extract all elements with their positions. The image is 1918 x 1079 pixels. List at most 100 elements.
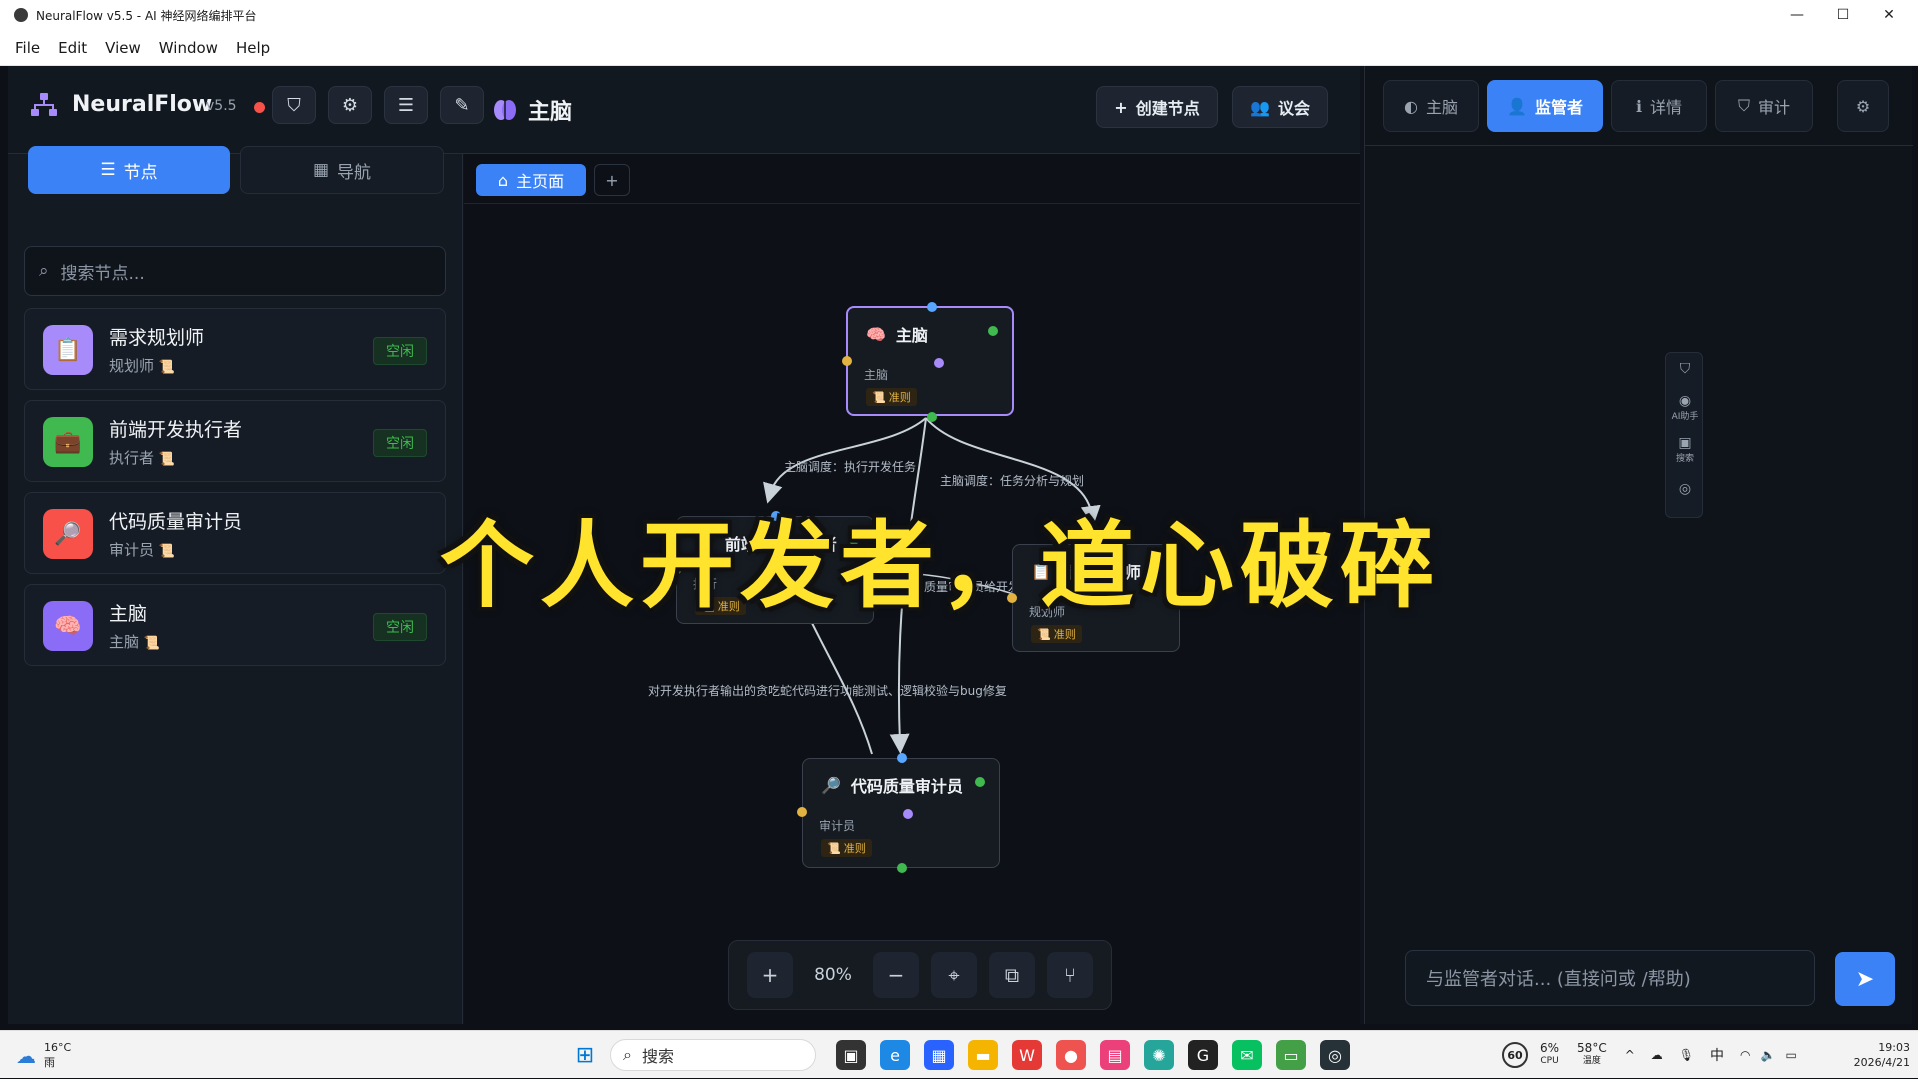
council-button[interactable]: 👥 议会 [1232, 86, 1328, 128]
edge-label: 主脑调度：执行开发任务 [784, 460, 917, 474]
brain-icon [492, 97, 518, 123]
tab-nodes-label: 节点 [123, 162, 158, 183]
supervisor-chat-input[interactable]: 与监管者对话... (直接问或 /帮助) [1405, 950, 1815, 1006]
gear-icon: ⚙ [1855, 96, 1871, 116]
tree-layout-button[interactable]: ⑂ [1047, 952, 1093, 998]
canvas-controls: + 80% − ⌖ ⧉ ⑂ [728, 940, 1112, 1010]
right-settings-button[interactable]: ⚙ [1837, 80, 1889, 132]
volume-icon[interactable]: 🔈 [1760, 1048, 1775, 1062]
tab-nodes[interactable]: ☰ 节点 [28, 146, 230, 194]
zoom-level: 80% [814, 965, 852, 985]
magnifier-icon: 🔎 [43, 509, 93, 559]
brain-icon: ◐ [1404, 96, 1418, 116]
search-tool-button[interactable]: ▣ 搜索 [1666, 435, 1704, 464]
output-port[interactable] [927, 412, 937, 422]
graph-node-role: 审计员 [819, 819, 856, 833]
shield-icon: ⛉ [1737, 96, 1750, 115]
scroll-icon: 📜 [158, 544, 175, 559]
magnifier-icon: 🔎 [821, 775, 841, 795]
node-search-input[interactable]: ⌕ 搜索节点... [24, 246, 446, 296]
taskbar-search[interactable]: ⌕ 搜索 [610, 1039, 816, 1071]
send-button[interactable]: ➤ [1835, 952, 1895, 1006]
brain-icon: 🧠 [866, 324, 886, 344]
temperature-indicator: 58°C 温度 [1577, 1041, 1607, 1067]
list-icon: ☰ [100, 160, 116, 180]
clock-time: 19:03 [1878, 1041, 1910, 1054]
center-port[interactable] [934, 358, 944, 368]
create-node-label: 创建节点 [1135, 99, 1200, 118]
council-label: 议会 [1277, 99, 1310, 118]
close-button[interactable]: ✕ [1866, 0, 1912, 30]
input-port[interactable] [927, 302, 937, 312]
ai-helper-button[interactable]: ◉ AI助手 [1666, 393, 1704, 422]
zoom-in-button[interactable]: + [747, 952, 793, 998]
tab-supervisor[interactable]: 👤 监管者 [1487, 80, 1603, 132]
shield-check-button[interactable]: ⛉ [1666, 361, 1704, 377]
database-button[interactable]: ☰ [384, 86, 428, 124]
pencil-icon: ✎ [454, 94, 470, 116]
target-icon: ◎ [1678, 481, 1692, 497]
wechat-icon[interactable]: ✉ [1232, 1040, 1262, 1070]
wifi-icon[interactable]: ◠ [1740, 1048, 1750, 1062]
graph-node-brain[interactable]: 🧠 主脑 主脑 📜 准则 [842, 302, 1014, 422]
app-dark-icon[interactable]: G [1188, 1040, 1218, 1070]
battery-icon[interactable]: ▭ [1785, 1048, 1796, 1062]
wps-icon[interactable]: W [1012, 1040, 1042, 1070]
list-item[interactable]: 📋 需求规划师 规划师 📜 空闲 [24, 308, 446, 390]
start-button[interactable]: ⊞ [570, 1040, 600, 1070]
ime-indicator[interactable]: 中 [1710, 1045, 1724, 1065]
tab-audit[interactable]: ⛉ 审计 [1715, 80, 1813, 132]
message-icon[interactable]: ▭ [1276, 1040, 1306, 1070]
microphone-icon[interactable]: 🎙 [1679, 1048, 1694, 1062]
menu-view[interactable]: View [96, 39, 150, 57]
center-port[interactable] [903, 809, 913, 819]
status-dot [988, 326, 998, 336]
neuralflow-taskbar-icon[interactable]: ◎ [1320, 1040, 1350, 1070]
left-port[interactable] [797, 807, 807, 817]
app-red-icon[interactable]: ● [1056, 1040, 1086, 1070]
tab-brain-label: 主脑 [1425, 98, 1458, 117]
chatgpt-icon[interactable]: ✺ [1144, 1040, 1174, 1070]
app-pink-icon[interactable]: ▤ [1100, 1040, 1130, 1070]
tab-brain[interactable]: ◐ 主脑 [1383, 80, 1479, 132]
store-icon[interactable]: ▦ [924, 1040, 954, 1070]
maximize-button[interactable]: ☐ [1820, 0, 1866, 30]
left-port[interactable] [842, 356, 852, 366]
edit-button[interactable]: ✎ [440, 86, 484, 124]
edge-browser-icon[interactable]: e [880, 1040, 910, 1070]
file-explorer-icon[interactable]: ▬ [968, 1040, 998, 1070]
brain-icon: 🧠 [43, 601, 93, 651]
output-port[interactable] [897, 863, 907, 873]
menu-file[interactable]: File [6, 39, 49, 57]
minus-icon: − [887, 963, 905, 987]
minimize-button[interactable]: — [1774, 0, 1820, 30]
tab-navigation[interactable]: ▦ 导航 [240, 146, 444, 194]
fps-counter: 60 [1502, 1042, 1528, 1068]
settings-button[interactable]: ⚙ [328, 86, 372, 124]
target-button[interactable]: ◎ [1666, 481, 1704, 497]
scroll-icon: 📜 [872, 390, 886, 404]
tab-details[interactable]: ℹ 详情 [1611, 80, 1707, 132]
menu-help[interactable]: Help [227, 39, 279, 57]
users-icon: 👥 [1250, 97, 1270, 117]
graph-node-auditor[interactable]: 🔎 代码质量审计员 审计员 📜 准则 [797, 753, 1000, 873]
cloud-icon[interactable]: ☁ [1651, 1048, 1663, 1062]
shield-button[interactable]: ⛉ [272, 86, 316, 124]
menu-window[interactable]: Window [150, 39, 227, 57]
node-name: 需求规划师 [109, 327, 205, 349]
search-icon: ⌕ [623, 1045, 632, 1064]
task-view-icon[interactable]: ▣ [836, 1040, 866, 1070]
chevron-up-icon[interactable]: ^ [1625, 1048, 1635, 1062]
weather-widget[interactable]: ☁ 16°C 雨 [16, 1041, 71, 1070]
menu-edit[interactable]: Edit [49, 39, 96, 57]
zoom-out-button[interactable]: − [873, 952, 919, 998]
window-title: NeuralFlow v5.5 - AI 神经网络编排平台 [36, 8, 257, 23]
edge-label: 对开发执行者输出的贪吃蛇代码进行功能测试、逻辑校验与bug修复 [648, 684, 1007, 698]
center-view-button[interactable]: ⌖ [931, 952, 977, 998]
auto-layout-button[interactable]: ⧉ [989, 952, 1035, 998]
list-item[interactable]: 💼 前端开发执行者 执行者 📜 空闲 [24, 400, 446, 482]
create-node-button[interactable]: + 创建节点 [1096, 86, 1218, 128]
system-clock[interactable]: 19:03 2026/4/21 [1838, 1040, 1910, 1070]
node-search-placeholder: 搜索节点... [60, 263, 145, 284]
input-port[interactable] [897, 753, 907, 763]
